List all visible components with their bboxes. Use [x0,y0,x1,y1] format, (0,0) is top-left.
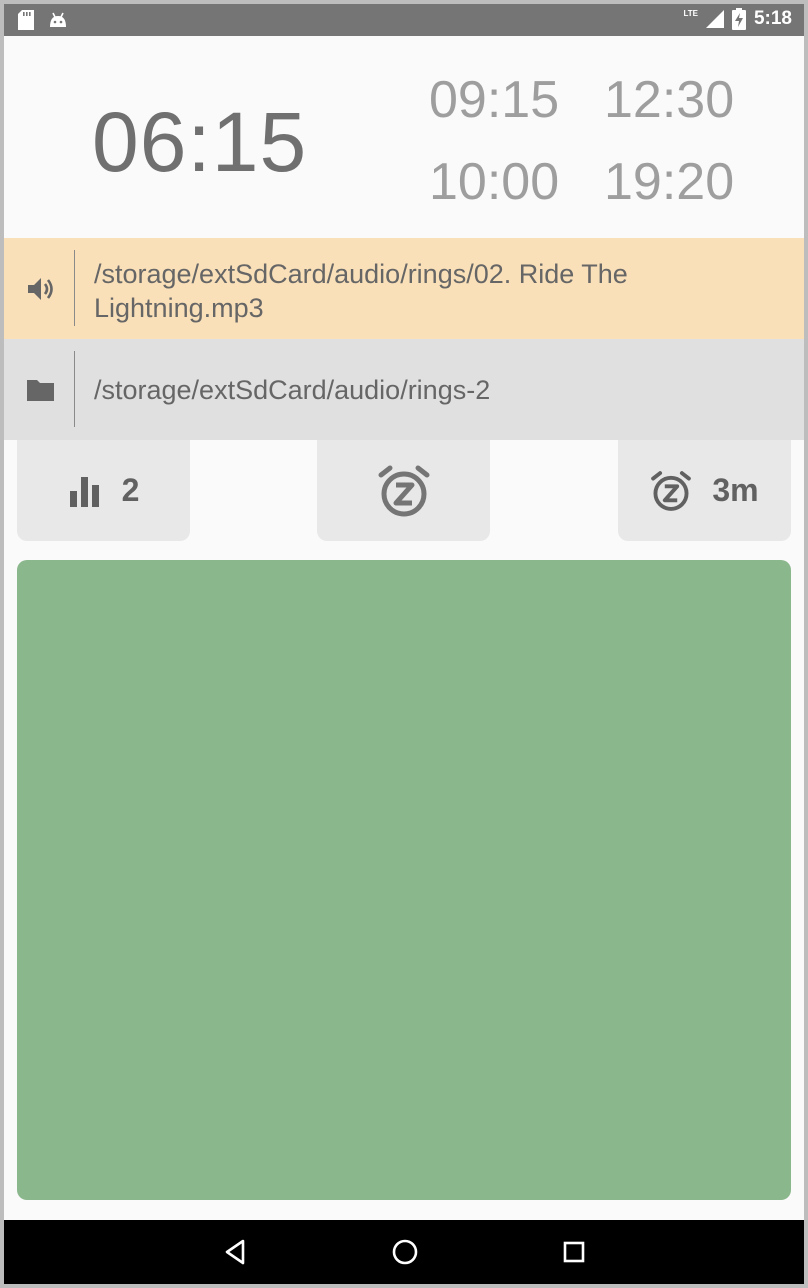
ringtone-path: /storage/extSdCard/audio/rings/02. Ride … [94,259,628,323]
app-screen: LTE 5:18 06:15 09:15 12:30 10:00 19:20 /… [4,4,804,1284]
alarm-times: 06:15 09:15 12:30 10:00 19:20 [4,36,804,238]
snooze-button[interactable] [317,440,490,541]
recents-icon[interactable] [559,1237,589,1267]
signal-icon [705,10,724,28]
divider [74,250,75,326]
bar-chart-icon [69,476,99,507]
volume-icon [28,278,53,300]
volume-level-value: 2 [121,472,140,508]
snooze-icon [378,465,429,516]
snooze-icon [651,470,692,511]
alarm-time[interactable]: 10:00 [429,152,559,212]
home-icon[interactable] [390,1237,420,1267]
snooze-duration-value: 3m [712,472,759,508]
battery-charging-icon [731,8,746,30]
status-time: 5:18 [753,8,792,29]
network-type: LTE [683,8,698,18]
alarm-time[interactable]: 19:20 [604,152,734,212]
folder-icon [27,380,54,401]
divider [74,351,75,427]
alarm-time[interactable]: 09:15 [429,70,559,130]
navigation-bar [4,1220,804,1284]
dismiss-panel[interactable] [17,560,791,1200]
android-icon [50,12,66,27]
sd-card-icon [18,10,34,30]
snooze-duration-button[interactable]: 3m [618,440,791,541]
back-icon[interactable] [221,1237,251,1267]
ringtone-row[interactable]: /storage/extSdCard/audio/rings/02. Ride … [4,238,804,339]
folder-path: /storage/extSdCard/audio/rings-2 [94,375,491,405]
volume-level-button[interactable]: 2 [17,440,190,541]
alarm-time[interactable]: 12:30 [604,70,734,130]
main-alarm-time[interactable]: 06:15 [92,94,307,191]
status-bar: LTE 5:18 [4,4,804,36]
folder-row[interactable]: /storage/extSdCard/audio/rings-2 [4,339,804,440]
